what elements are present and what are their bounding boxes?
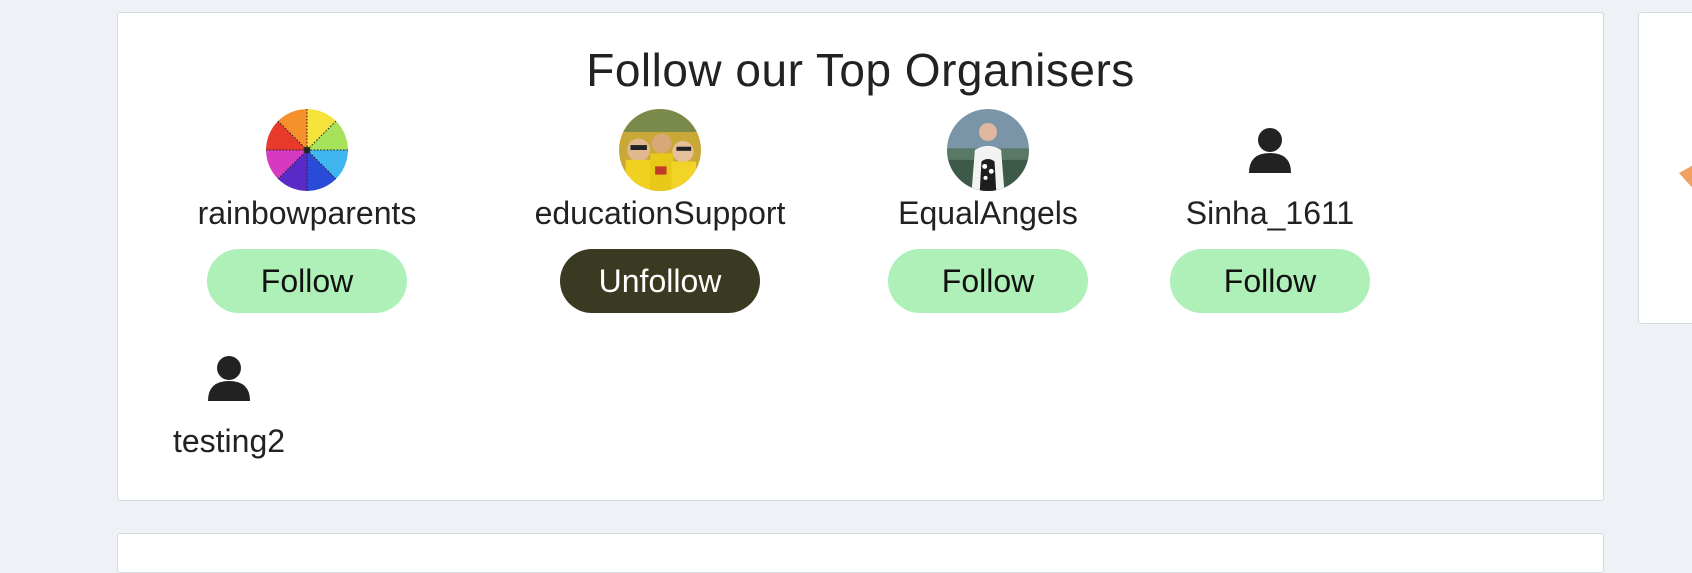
section-title: Follow our Top Organisers bbox=[586, 44, 1135, 96]
organiser-username[interactable]: testing2 bbox=[59, 423, 399, 460]
person-icon[interactable] bbox=[1245, 125, 1295, 175]
organiser-card-educationsupport: educationSupport Unfollow bbox=[490, 109, 830, 329]
follow-button[interactable]: Follow bbox=[888, 249, 1088, 313]
next-section-card bbox=[117, 533, 1604, 573]
organiser-card-testing2: testing2 bbox=[59, 337, 399, 557]
follow-button[interactable]: Follow bbox=[207, 249, 407, 313]
organiser-username[interactable]: educationSupport bbox=[490, 195, 830, 232]
person-icon[interactable] bbox=[204, 353, 254, 403]
organiser-card-rainbowparents: rainbowparents Follow bbox=[137, 109, 477, 329]
unfollow-button[interactable]: Unfollow bbox=[560, 249, 760, 313]
person-photo-avatar[interactable] bbox=[947, 109, 1029, 191]
follow-button[interactable]: Follow bbox=[1170, 249, 1370, 313]
top-organisers-card: Follow our Top Organisers rainbowparents… bbox=[117, 12, 1604, 501]
organiser-username[interactable]: Sinha_1611 bbox=[1100, 195, 1440, 232]
group-photo-avatar[interactable] bbox=[619, 109, 701, 191]
organiser-card-sinha-1611: Sinha_1611 Follow bbox=[1100, 109, 1440, 329]
side-card bbox=[1638, 12, 1692, 324]
organiser-username[interactable]: rainbowparents bbox=[137, 195, 477, 232]
rainbow-wheel-avatar[interactable] bbox=[266, 109, 348, 191]
orange-decoration-icon bbox=[1679, 165, 1692, 188]
